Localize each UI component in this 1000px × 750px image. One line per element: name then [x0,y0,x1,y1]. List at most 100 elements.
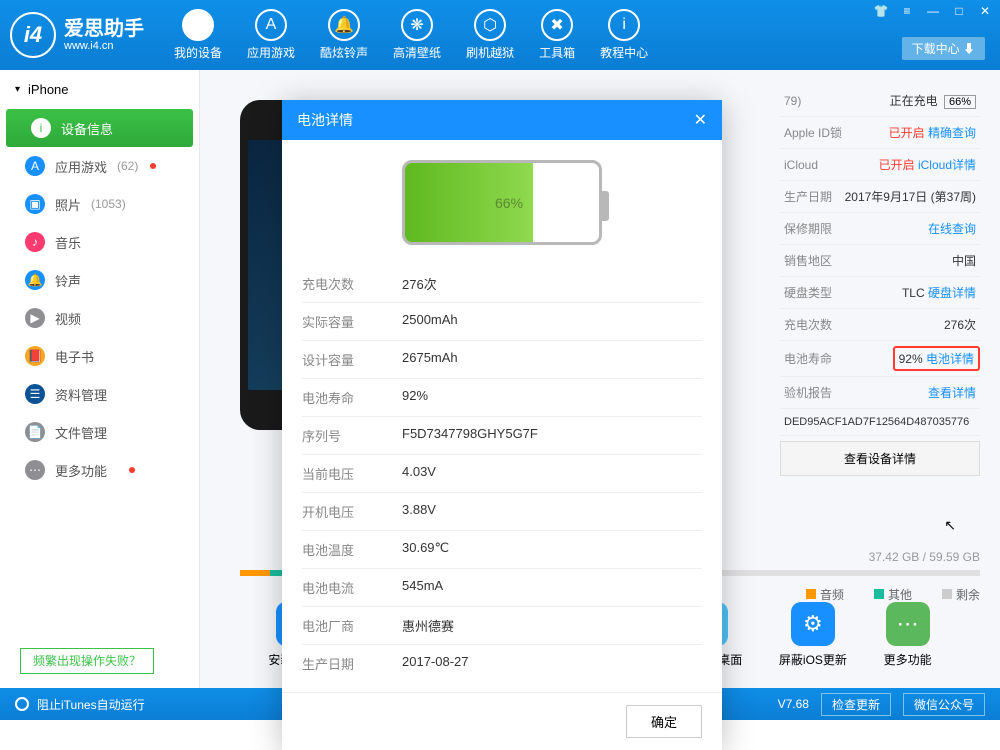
info-link[interactable]: iCloud详情 [918,158,976,172]
modal-label: 电池温度 [302,540,402,559]
nav-item-5[interactable]: ✖工具箱 [539,9,575,61]
version-label: V7.68 [778,697,809,711]
info-value: 276次 [944,318,976,332]
sidebar-icon: ▶ [25,308,45,328]
wechat-button[interactable]: 微信公众号 [903,693,985,716]
nav-icon [182,9,214,41]
download-center-button[interactable]: 下载中心 ⬇ [902,37,985,60]
nav-item-0[interactable]: 我的设备 [174,9,222,61]
sidebar-label: 照片 [55,195,81,214]
status-itunes-label[interactable]: 阻止iTunes自动运行 [37,696,145,713]
tshirt-icon[interactable]: 👕 [872,4,890,18]
top-nav: 我的设备 A应用游戏 🔔酷炫铃声 ❋高清壁纸 ⬡ 刷机越狱 ✖工具箱 i教程中心 [174,9,648,61]
sidebar-label: 文件管理 [55,423,107,442]
logo-icon: i4 [10,12,56,58]
info-label: 硬盘类型 [784,284,832,301]
menu-icon[interactable]: ≡ [898,4,916,18]
modal-value: 30.69℃ [402,540,449,559]
sidebar-help-link[interactable]: 频繁出现操作失败？ [20,648,154,674]
info-link[interactable]: 精确查询 [928,126,976,140]
nav-label: 应用游戏 [247,44,295,61]
info-label: iCloud [784,158,818,172]
circle-icon [15,697,29,711]
sidebar-item-0[interactable]: i 设备信息 [6,109,193,147]
sidebar-item-6[interactable]: 📕电子书 [0,337,199,375]
modal-label: 生产日期 [302,654,402,673]
sidebar-item-2[interactable]: ▣照片(1053) [0,185,199,223]
logo-title: 爱思助手 [64,18,144,40]
sidebar-item-1[interactable]: A应用游戏(62) [0,147,199,185]
legend-swatch [942,589,952,599]
nav-item-3[interactable]: ❋高清壁纸 [393,9,441,61]
info-label: 保修期限 [784,220,832,237]
action-label: 更多功能 [884,651,932,668]
maximize-icon[interactable]: □ [950,4,968,18]
sidebar-device-header[interactable]: ▾ iPhone [0,70,199,109]
info-label: 电池寿命 [784,350,832,367]
header: i4 爱思助手 www.i4.cn 我的设备 A应用游戏 🔔酷炫铃声 ❋高清壁纸 ⬡ 刷机… [0,0,1000,70]
sidebar-label: 设备信息 [61,119,113,138]
modal-row: 充电次数276次 [302,265,702,302]
nav-item-2[interactable]: 🔔酷炫铃声 [320,9,368,61]
modal-close-icon[interactable]: ✕ [694,110,707,130]
modal-row: 开机电压3.88V [302,492,702,530]
nav-label: 刷机越狱 [466,44,514,61]
modal-label: 电池寿命 [302,388,402,407]
nav-item-6[interactable]: i教程中心 [600,9,648,61]
sidebar-item-8[interactable]: 📄文件管理 [0,413,199,451]
modal-value: 276次 [402,274,437,293]
nav-label: 酷炫铃声 [320,44,368,61]
nav-item-4[interactable]: ⬡ 刷机越狱 [466,9,514,61]
action-6[interactable]: ⋯ 更多功能 [884,602,932,668]
window-controls: 👕 ≡ — □ ✕ [872,4,994,18]
sidebar-label: 电子书 [55,347,94,366]
modal-value: 545mA [402,578,443,597]
view-device-detail-button[interactable]: 查看设备详情 [780,441,980,476]
sidebar-label: 视频 [55,309,81,328]
info-label: 销售地区 [784,252,832,269]
sidebar-item-7[interactable]: ☰资料管理 [0,375,199,413]
minimize-icon[interactable]: — [924,4,942,18]
ok-button[interactable]: 确定 [626,705,702,738]
modal-value: 2675mAh [402,350,458,369]
sidebar-icon: A [25,156,45,176]
red-dot-icon [150,163,156,169]
action-icon: ⋯ [886,602,930,646]
sidebar-label: 铃声 [55,271,81,290]
info-value: 中国 [952,254,976,268]
battery-detail-link[interactable]: 电池详情 [926,352,974,366]
modal-row: 电池温度30.69℃ [302,530,702,568]
red-dot-icon [129,467,135,473]
info-udid: DED95ACF1AD7F12564D487035776 [784,416,969,428]
info-link[interactable]: 查看详情 [928,386,976,400]
info-row: 电池寿命92% 电池详情 [780,341,980,377]
nav-label: 工具箱 [539,44,575,61]
info-row: iCloud已开启 iCloud详情 [780,149,980,181]
sidebar-icon: i [31,118,51,138]
sidebar-item-4[interactable]: 🔔铃声 [0,261,199,299]
nav-label: 高清壁纸 [393,44,441,61]
check-update-button[interactable]: 检查更新 [821,693,891,716]
modal-row: 电池电流545mA [302,568,702,606]
sidebar-device-label: iPhone [28,82,68,97]
info-row: 生产日期2017年9月17日 (第37周) [780,181,980,213]
modal-row: 设计容量2675mAh [302,340,702,378]
info-link[interactable]: 在线查询 [928,222,976,236]
chevron-down-icon: ▾ [15,84,20,95]
nav-icon: ⬡ [474,9,506,41]
logo-subtitle: www.i4.cn [64,40,144,52]
modal-value: 3.88V [402,502,436,521]
modal-header: 电池详情 ✕ [282,100,722,140]
battery-detail-modal: 电池详情 ✕ 66% 充电次数276次实际容量2500mAh设计容量2675mA… [282,100,722,750]
sidebar-label: 资料管理 [55,385,107,404]
sidebar-item-9[interactable]: ⋯更多功能 [0,451,199,489]
nav-item-1[interactable]: A应用游戏 [247,9,295,61]
sidebar-item-3[interactable]: ♪音乐 [0,223,199,261]
device-info-table: 79)正在充电 66%Apple ID锁已开启 精确查询iCloud已开启 iC… [780,85,980,476]
action-icon: ⚙ [791,602,835,646]
close-icon[interactable]: ✕ [976,4,994,18]
logo[interactable]: i4 爱思助手 www.i4.cn [10,12,144,58]
sidebar-item-5[interactable]: ▶ 视频 [0,299,199,337]
action-5[interactable]: ⚙屏蔽iOS更新 [779,602,847,668]
info-link[interactable]: 硬盘详情 [928,286,976,300]
